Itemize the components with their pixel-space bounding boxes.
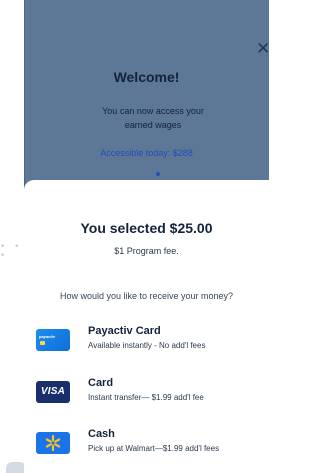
left-gutter: • • • [0,0,26,473]
welcome-title: Welcome! [113,69,180,85]
welcome-message: You can now access your earned wages [102,106,204,130]
option-subtitle: Available instantly - No add'l fees [88,341,206,350]
walmart-spark-icon [36,432,70,454]
sheet-title: You selected $25.00 [80,220,213,236]
option-title: Payactiv Card [88,325,161,337]
option-card[interactable]: VISA Card Instant transfer— $1.99 add'l … [36,377,264,411]
slider-handle [156,172,160,176]
payactiv-logo-text: payactiv [39,334,56,339]
walmart-spark-glyph [45,434,61,452]
visa-logo-text: VISA [40,386,66,397]
payactiv-card-icon: payactiv [36,329,70,351]
accessible-amount: Accessible today: $288 [100,148,193,158]
option-title: Cash [88,428,115,440]
close-icon[interactable]: ✕ [256,41,269,57]
visa-icon: VISA [36,381,70,403]
more-dots-icon: • • • [0,242,23,261]
payout-question: How would you like to receive your money… [59,291,234,301]
avatar [6,462,26,473]
option-cash[interactable]: Cash Pick up at Walmart—$1.99 add'l fees [36,428,264,462]
card-chip-icon [40,341,45,345]
option-title: Card [88,377,114,389]
payout-method-sheet: You selected $25.00 $1 Program fee. How … [24,180,269,473]
program-fee-text: $1 Program fee. [114,246,179,256]
option-subtitle: Pick up at Walmart—$1.99 add'l fees [88,444,220,453]
option-subtitle: Instant transfer— $1.99 add'l fee [88,393,204,402]
option-payactiv-card[interactable]: payactiv Payactiv Card Available instant… [36,325,264,359]
